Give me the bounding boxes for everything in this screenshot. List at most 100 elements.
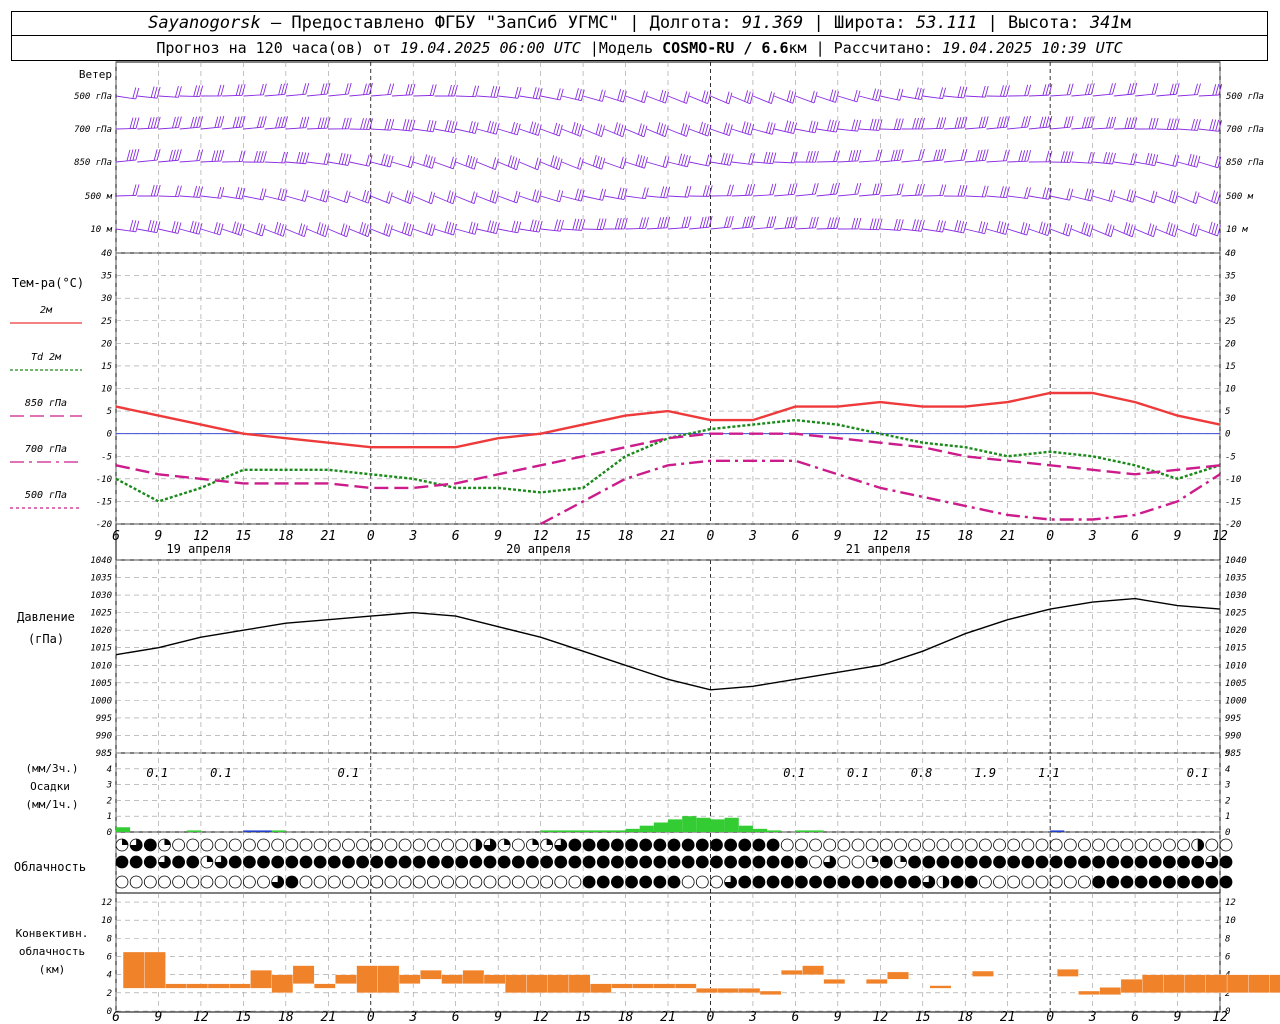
precip-bar	[625, 828, 640, 832]
wind-barb	[582, 95, 603, 102]
wind-barb-flag	[347, 117, 352, 129]
wind-barb-flag	[1195, 192, 1200, 204]
wind-barb-flag	[343, 190, 348, 202]
wind-barb-flag	[574, 188, 579, 200]
wind-barb-flag	[786, 90, 791, 102]
wind-barb-flag	[517, 221, 522, 233]
wind-barb-flag	[129, 117, 134, 129]
wind-barb-flag	[1042, 187, 1047, 199]
wind-barb-flag	[1021, 150, 1026, 162]
wind-barb-flag	[1027, 115, 1032, 128]
cloud-circle	[398, 875, 412, 889]
cloud-fill	[285, 856, 298, 868]
wind-barb-flag	[725, 91, 730, 103]
wind-barb-flag	[1087, 189, 1092, 201]
wind-barb-flag	[960, 149, 965, 161]
wind-barb-flag	[448, 84, 452, 97]
wind-barb-flag	[280, 188, 285, 201]
wind-barb-flag	[872, 118, 877, 131]
hour-tick-label: 12	[193, 1010, 209, 1024]
wind-barb-flag	[680, 123, 685, 135]
y-tick-left: 3	[106, 781, 112, 791]
hour-tick-label: 3	[1088, 1010, 1097, 1024]
cloud-fill	[186, 856, 199, 868]
conv-ylabel: Конвективн.	[16, 927, 89, 940]
wind-barb-flag	[214, 150, 219, 162]
legend-label: Td 2м	[31, 352, 62, 363]
cloud-circle	[299, 838, 313, 852]
precip-3h-label: 0.1	[146, 766, 168, 780]
conv-bar	[462, 970, 485, 984]
hour-tick-label: 6	[1131, 1010, 1139, 1024]
cloud-fill	[314, 856, 327, 868]
wind-barb-flag	[1148, 153, 1153, 165]
conv-bar	[717, 988, 739, 993]
y-tick-right: 5	[1225, 749, 1230, 759]
cloud-fill	[229, 856, 242, 868]
wind-barb-flag	[510, 156, 515, 168]
wind-barb-flag	[942, 184, 947, 196]
wind-barb-flag	[262, 188, 267, 201]
cloud-circle	[228, 875, 242, 889]
cloud-circle	[172, 875, 186, 889]
cloud-circle	[158, 875, 171, 889]
conv-bar	[590, 983, 612, 993]
cloud-fill	[1163, 856, 1176, 868]
cloud-fill	[668, 839, 680, 851]
wind-barb-flag	[747, 122, 752, 135]
wind-barb-flag	[643, 125, 648, 137]
y-tick-left: 1005	[90, 679, 112, 689]
wind-barb-flag	[660, 217, 665, 229]
wind-barb-flag	[1193, 155, 1198, 167]
cloud-fill	[285, 876, 298, 888]
wind-barb-flag	[896, 183, 901, 195]
wind-barb-flag	[830, 217, 835, 229]
wind-barb-flag	[532, 189, 537, 201]
hour-tick-label: 12	[533, 1010, 549, 1024]
hour-tick-label: 6	[452, 1010, 460, 1024]
wind-barb-flag	[262, 151, 267, 163]
conv-bar	[398, 974, 421, 984]
cloud-circle	[823, 838, 837, 852]
wind-barb-flag	[259, 83, 264, 96]
cloud-fill	[399, 856, 412, 868]
wind-barb-flag	[1130, 117, 1135, 129]
y-tick-right: 995	[1225, 714, 1241, 724]
wind-barb-flag	[390, 119, 395, 131]
cloud-fill	[512, 856, 525, 868]
wind-barb-flag	[235, 116, 240, 128]
wind-barb-flag	[857, 217, 862, 230]
wind-barb-flag	[487, 120, 491, 132]
wind-barb-flag	[878, 149, 883, 161]
wind-barb-flag	[1021, 116, 1026, 128]
conv-bar	[122, 951, 145, 989]
cloud-fill	[532, 838, 539, 845]
wind-barb-flag	[277, 188, 282, 200]
wind-barb-flag	[495, 123, 500, 135]
wind-barb-flag	[153, 184, 158, 197]
cloud-fill	[894, 876, 907, 888]
wind-barb-flag	[914, 87, 919, 99]
wind-barb-flag	[1190, 154, 1195, 166]
cloud-fill	[922, 856, 935, 868]
y-tick-left: 15	[101, 362, 112, 372]
y-tick-right: 8	[1225, 934, 1230, 944]
wind-level-right: 500 м	[1226, 192, 1254, 202]
wind-barb-flag	[1024, 150, 1029, 162]
wind-barb-flag	[262, 115, 267, 128]
wind-barb-flag	[346, 191, 351, 203]
wind-barb-flag	[1129, 224, 1133, 236]
wind-barb-flag	[854, 119, 859, 131]
cloud-fill	[328, 856, 341, 868]
cloud-fill	[965, 876, 978, 888]
conv-bar	[1142, 974, 1164, 993]
cloud-fill	[639, 839, 652, 851]
wind-barb-flag	[532, 87, 537, 99]
wind-barb-flag	[444, 221, 449, 233]
wind-barb-flag	[190, 116, 195, 129]
y-tick-left: -10	[96, 475, 112, 485]
wind-barb	[646, 227, 667, 230]
wind-barb-flag	[516, 191, 521, 204]
cloud-circle	[172, 838, 186, 852]
y-tick-left: 2	[107, 796, 112, 806]
